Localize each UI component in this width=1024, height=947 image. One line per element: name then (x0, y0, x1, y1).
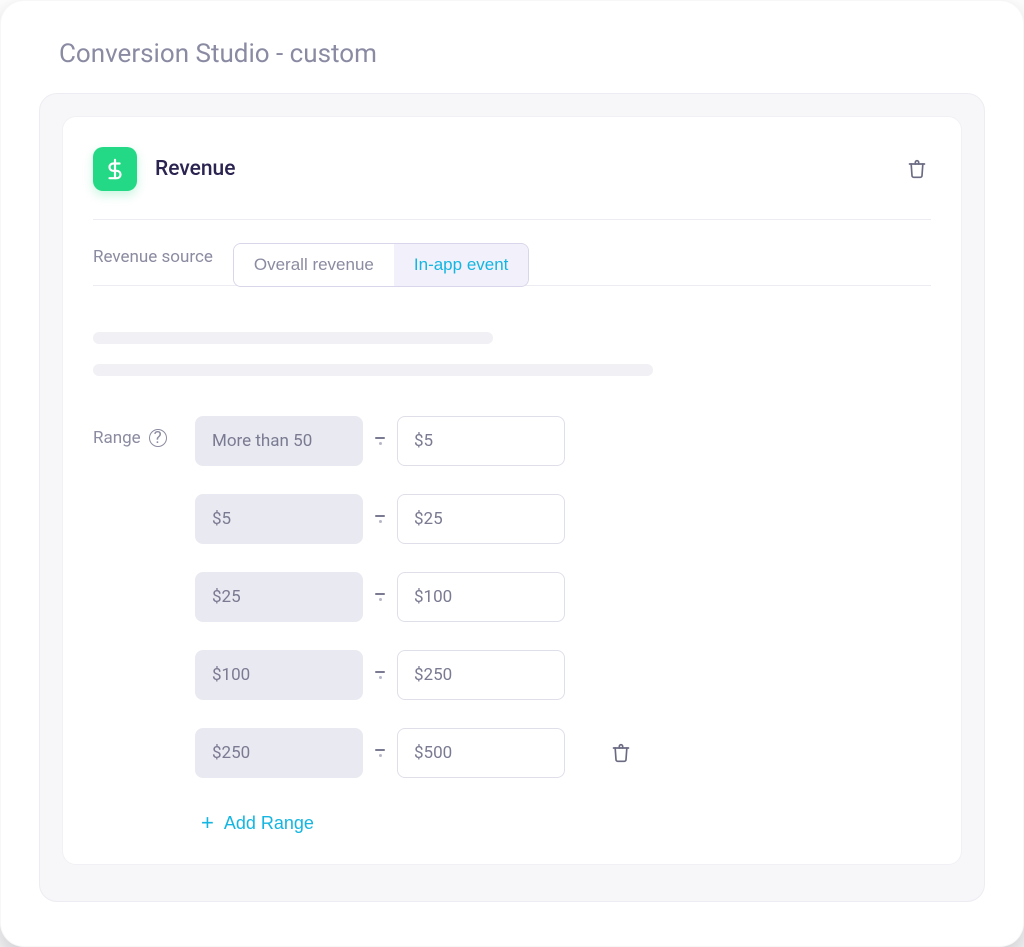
card-header: Revenue (93, 147, 931, 191)
skeleton-placeholders (93, 286, 931, 416)
range-to-input[interactable]: $25 (397, 494, 565, 544)
range-separator (363, 671, 397, 679)
range-to-input[interactable]: $100 (397, 572, 565, 622)
range-label: Range ? (93, 416, 195, 448)
range-row: $25 $100 (195, 572, 635, 622)
range-row: $250 $500 (195, 728, 635, 778)
skeleton-bar (93, 332, 493, 344)
revenue-source-segment: Overall revenue In-app event (233, 243, 530, 287)
delete-card-button[interactable] (903, 155, 931, 183)
help-icon[interactable]: ? (149, 429, 167, 447)
app-frame: Conversion Studio - custom Revenue (0, 0, 1024, 947)
range-separator (363, 593, 397, 601)
range-row: $5 $25 (195, 494, 635, 544)
range-separator (363, 749, 397, 757)
range-separator (363, 437, 397, 445)
range-to-input[interactable]: $250 (397, 650, 565, 700)
range-to-input[interactable]: $500 (397, 728, 565, 778)
trash-icon (907, 158, 927, 180)
tab-overall-revenue[interactable]: Overall revenue (234, 244, 394, 286)
revenue-source-label: Revenue source (93, 247, 213, 281)
range-label-text: Range (93, 428, 141, 448)
trash-icon (611, 742, 631, 764)
tab-in-app-event[interactable]: In-app event (394, 244, 529, 286)
range-from-locked: $5 (195, 494, 363, 544)
range-rows: More than 50 $5 $5 $25 $25 (195, 416, 635, 778)
range-to-input[interactable]: $5 (397, 416, 565, 466)
range-section: Range ? More than 50 $5 $5 (93, 416, 931, 834)
range-from-locked: $100 (195, 650, 363, 700)
revenue-card: Revenue Revenue source Overall revenue I… (62, 116, 962, 865)
range-from-locked: $250 (195, 728, 363, 778)
dollar-icon (93, 147, 137, 191)
range-from-locked: $25 (195, 572, 363, 622)
outer-card: Revenue Revenue source Overall revenue I… (39, 93, 985, 902)
card-title: Revenue (155, 157, 235, 181)
range-from-locked: More than 50 (195, 416, 363, 466)
skeleton-bar (93, 364, 653, 376)
add-range-label: Add Range (224, 813, 314, 834)
range-row: More than 50 $5 (195, 416, 635, 466)
range-row: $100 $250 (195, 650, 635, 700)
add-range-button[interactable]: + Add Range (201, 812, 314, 834)
plus-icon: + (201, 812, 214, 834)
page-title: Conversion Studio - custom (1, 1, 1023, 69)
delete-range-button[interactable] (607, 739, 635, 767)
range-separator (363, 515, 397, 523)
revenue-source-row: Revenue source Overall revenue In-app ev… (93, 220, 931, 286)
